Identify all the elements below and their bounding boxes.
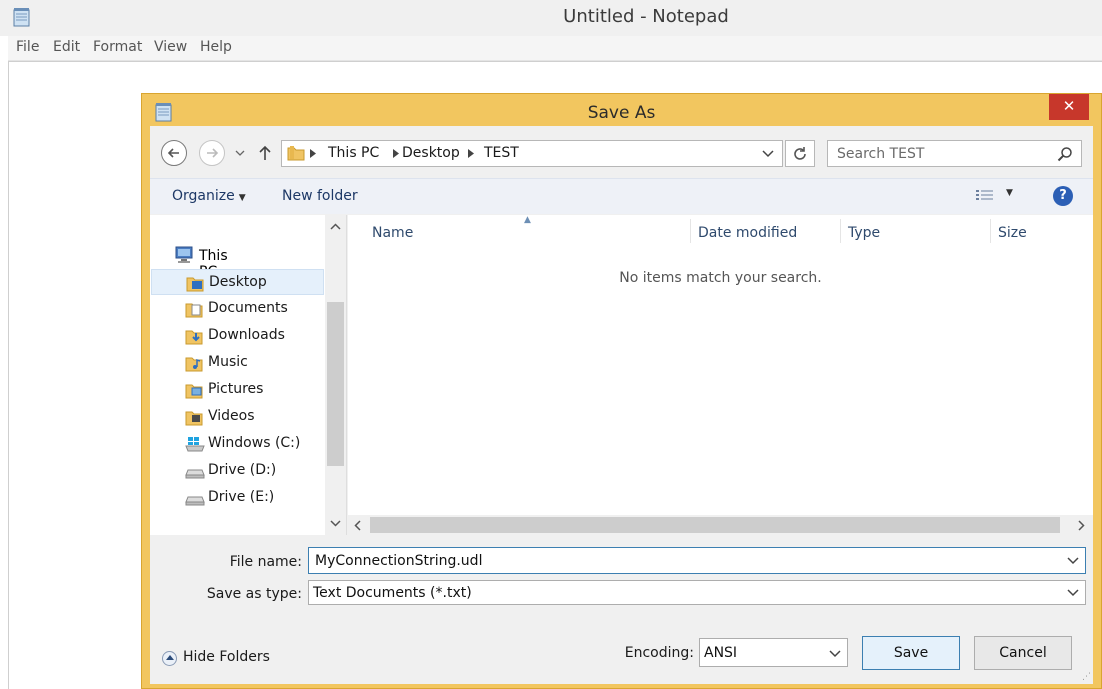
notepad-title: Untitled - Notepad [563, 6, 729, 27]
windows-drive-icon [185, 437, 205, 452]
refresh-button[interactable] [785, 140, 815, 167]
save-as-type-select[interactable]: Text Documents (*.txt) [308, 580, 1086, 605]
file-list[interactable]: ▲ Name Date modified Type Size No items … [348, 215, 1093, 535]
search-icon[interactable] [1057, 146, 1073, 162]
resize-grip-icon[interactable]: ⋰ [1082, 672, 1091, 682]
file-name-input[interactable] [309, 548, 1008, 573]
navigation-pane: This PC Desktop Documents Downloads Musi… [150, 215, 347, 535]
column-header-type[interactable]: Type [848, 225, 880, 241]
command-toolbar: Organize ▼ New folder ▼ ? [150, 178, 1093, 214]
menu-help[interactable]: Help [200, 39, 232, 55]
save-as-dialog: Save As ✕ This PC Desktop TEST Search TE… [141, 93, 1102, 689]
forward-button[interactable] [199, 140, 225, 166]
drive-icon [185, 496, 205, 506]
chevron-down-icon[interactable] [1067, 557, 1079, 565]
nav-item-pictures[interactable]: Pictures [151, 377, 324, 403]
dialog-title: Save As [587, 103, 656, 123]
column-divider[interactable] [690, 219, 691, 243]
cancel-button[interactable]: Cancel [974, 636, 1072, 670]
chevron-down-icon[interactable] [829, 650, 841, 658]
scroll-up-icon[interactable] [330, 223, 341, 230]
empty-message: No items match your search. [619, 270, 822, 286]
encoding-value: ANSI [704, 645, 738, 661]
file-name-combobox[interactable] [308, 547, 1086, 574]
nav-item-downloads[interactable]: Downloads [151, 323, 324, 349]
dialog-body: This PC Desktop TEST Organize▼ New folde… [150, 126, 1093, 684]
new-folder-button[interactable]: New folder [282, 188, 358, 204]
chevron-down-icon[interactable] [1067, 589, 1079, 597]
nav-this-pc[interactable]: This PC [174, 246, 228, 280]
nav-item-desktop[interactable]: Desktop [151, 269, 324, 295]
menu-file[interactable]: File [16, 39, 39, 55]
breadcrumb-chevron-icon[interactable] [310, 149, 316, 158]
nav-item-drive-e[interactable]: Drive (E:) [151, 485, 324, 511]
scroll-left-icon[interactable] [354, 520, 361, 531]
save-as-type-value: Text Documents (*.txt) [313, 585, 472, 601]
nav-scrollbar[interactable] [325, 215, 346, 535]
address-dropdown-icon[interactable] [762, 150, 774, 158]
collapse-up-icon [162, 651, 177, 666]
encoding-select[interactable]: ANSI [699, 638, 848, 667]
menu-format[interactable]: Format [93, 39, 142, 55]
nav-item-drive-d[interactable]: Drive (D:) [151, 458, 324, 484]
close-button[interactable]: ✕ [1049, 94, 1089, 120]
scroll-right-icon[interactable] [1078, 520, 1085, 531]
breadcrumb-desktop[interactable]: Desktop [402, 145, 460, 161]
nav-item-windows-c[interactable]: Windows (C:) [151, 431, 324, 457]
scroll-down-icon[interactable] [330, 520, 341, 527]
encoding-label: Encoding: [624, 645, 694, 661]
nav-item-documents[interactable]: Documents [151, 296, 324, 322]
folder-icon [287, 146, 305, 161]
notepad-menubar: File Edit Format View Help [8, 36, 1102, 61]
column-header-size[interactable]: Size [998, 225, 1027, 241]
music-folder-icon [185, 357, 203, 372]
notepad-titlebar: Untitled - Notepad [0, 0, 1102, 36]
save-button[interactable]: Save [862, 636, 960, 670]
refresh-icon [794, 147, 806, 160]
help-icon[interactable]: ? [1053, 186, 1073, 206]
column-header-name[interactable]: Name [372, 225, 413, 241]
recent-locations-dropdown-icon[interactable] [235, 150, 245, 156]
menu-view[interactable]: View [154, 39, 187, 55]
breadcrumb-test[interactable]: TEST [484, 145, 519, 161]
pictures-folder-icon [185, 384, 203, 399]
sort-ascending-icon: ▲ [524, 215, 531, 225]
nav-item-videos[interactable]: Videos [151, 404, 324, 430]
up-arrow-icon[interactable] [258, 145, 272, 161]
address-bar[interactable]: This PC Desktop TEST [281, 140, 783, 167]
videos-folder-icon [185, 411, 203, 426]
breadcrumb-chevron-icon[interactable] [393, 149, 399, 158]
search-input[interactable] [828, 141, 1048, 166]
breadcrumb-chevron-icon[interactable] [468, 149, 474, 158]
menu-edit[interactable]: Edit [53, 39, 80, 55]
search-box[interactable] [827, 140, 1082, 167]
breadcrumb-this-pc[interactable]: This PC [328, 145, 379, 161]
save-as-type-label: Save as type: [206, 586, 302, 602]
nav-item-music[interactable]: Music [151, 350, 324, 376]
column-divider[interactable] [990, 219, 991, 243]
desktop-folder-icon [186, 277, 204, 292]
file-list-scrollbar[interactable] [348, 515, 1093, 535]
forward-arrow-icon [207, 148, 219, 158]
file-list-scrollbar-thumb[interactable] [370, 517, 1060, 533]
computer-icon [175, 246, 193, 263]
back-arrow-icon [167, 148, 179, 158]
caret-down-icon: ▼ [238, 193, 246, 203]
drive-icon [185, 469, 205, 479]
column-divider[interactable] [840, 219, 841, 243]
column-header-date-modified[interactable]: Date modified [698, 225, 797, 241]
downloads-folder-icon [185, 330, 203, 345]
documents-folder-icon [185, 303, 203, 318]
view-details-icon[interactable] [975, 188, 995, 204]
view-options-dropdown-icon[interactable]: ▼ [1006, 188, 1013, 198]
nav-scrollbar-thumb[interactable] [327, 302, 344, 466]
file-name-label: File name: [229, 554, 302, 570]
back-button[interactable] [161, 140, 187, 166]
organize-menu[interactable]: Organize ▼ [172, 188, 246, 204]
